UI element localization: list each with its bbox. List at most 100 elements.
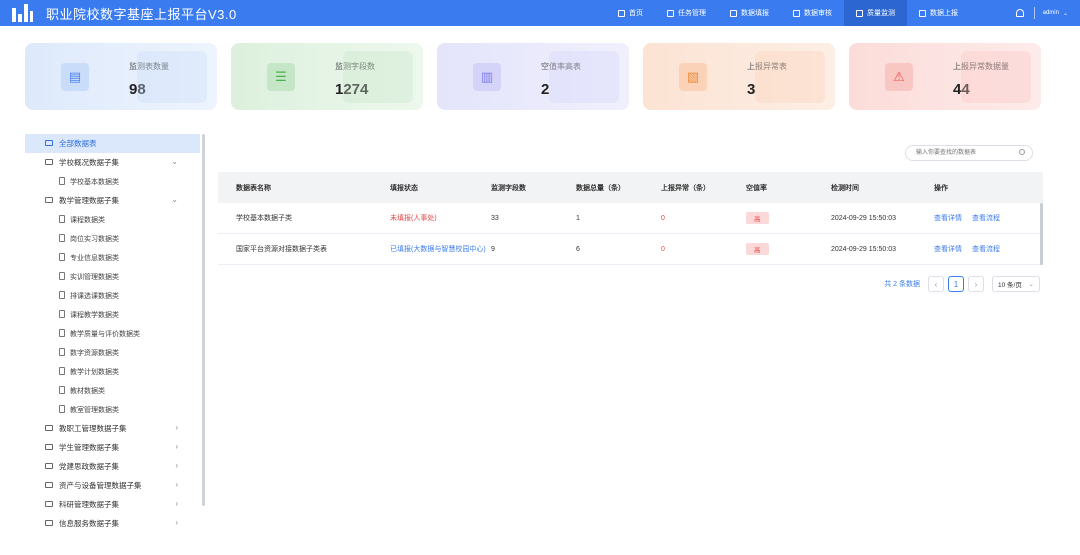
- view-flow-link[interactable]: 查看流程: [972, 246, 1000, 253]
- document-icon: [59, 386, 65, 394]
- stat-card-monitored-tables: ▤ 监测表数量 98: [25, 43, 217, 110]
- sidebar-item-party-building[interactable]: 党建思政数据子集 ›: [25, 457, 200, 476]
- fill-status: 未填报(人事处): [390, 215, 437, 222]
- chevron-down-icon[interactable]: ⌄: [171, 195, 178, 204]
- app-logo: [12, 4, 34, 22]
- bell-icon[interactable]: [1015, 9, 1024, 17]
- sidebar-item-internship[interactable]: 岗位实习数据类: [25, 229, 200, 248]
- status-badge: 高: [746, 212, 769, 224]
- nav-home[interactable]: 首页: [606, 0, 655, 26]
- chevron-right-icon[interactable]: ›: [175, 442, 178, 451]
- chevron-right-icon[interactable]: ›: [175, 423, 178, 432]
- chevron-right-icon[interactable]: ›: [175, 480, 178, 489]
- sidebar-item-classroom[interactable]: 教室管理数据类: [25, 400, 200, 419]
- chevron-right-icon[interactable]: ›: [175, 461, 178, 470]
- view-details-link[interactable]: 查看详情: [934, 215, 962, 222]
- chevron-right-icon[interactable]: ›: [175, 518, 178, 527]
- app-title: 职业院校数字基座上报平台V3.0: [46, 6, 237, 22]
- table-row: 国家平台资源对接数据子类表 已填报(大数据与智慧校园中心) 9 6 0 高 20…: [218, 234, 1043, 265]
- sidebar-item-digital-resources[interactable]: 数字资源数据类: [25, 343, 200, 362]
- nav-task-management[interactable]: 任务管理: [655, 0, 718, 26]
- sidebar-item-scheduling[interactable]: 排课选课数据类: [25, 286, 200, 305]
- top-header: 职业院校数字基座上报平台V3.0 首页 任务管理 数据填报 数据审核 质量监测 …: [0, 0, 1080, 26]
- next-page-button[interactable]: ›: [968, 276, 984, 292]
- sidebar-item-major-info[interactable]: 专业信息数据类: [25, 248, 200, 267]
- folder-icon: [45, 482, 53, 488]
- document-icon: [59, 272, 65, 280]
- folder-icon: [45, 463, 53, 469]
- column-header: 监测字段数: [491, 184, 526, 192]
- card-decoration: [549, 51, 619, 103]
- stat-card-exception-tables: ▧ 上报异常表 3: [643, 43, 835, 110]
- sidebar-item-textbook[interactable]: 教材数据类: [25, 381, 200, 400]
- column-header: 数据总量（条）: [576, 184, 625, 192]
- card-decoration: [343, 51, 413, 103]
- pagination: 共 2 条数据 ‹ 1 › 10 条/页 ⌄: [884, 276, 1040, 292]
- sidebar-item-all-tables[interactable]: 全部数据表: [25, 134, 200, 153]
- fill-status: 已填报(大数据与智慧校园中心): [390, 246, 486, 253]
- sidebar-item-training[interactable]: 实训管理数据类: [25, 267, 200, 286]
- sidebar-item-info-services[interactable]: 信息服务数据子集 ›: [25, 514, 200, 533]
- nav-data-report[interactable]: 数据上报: [907, 0, 970, 26]
- card-decoration: [755, 51, 825, 103]
- document-icon: [59, 405, 65, 413]
- table-header: 数据表名称 填报状态 监测字段数 数据总量（条） 上报异常（条） 空值率 检测时…: [218, 172, 1043, 203]
- audit-icon: [793, 9, 800, 17]
- sidebar-item-school-basic[interactable]: 学校基本数据类: [25, 172, 200, 191]
- page-size-select[interactable]: 10 条/页 ⌄: [992, 276, 1040, 292]
- nav-quality-monitor[interactable]: 质量监测: [844, 0, 907, 26]
- total-count: 6: [576, 245, 580, 253]
- sidebar-item-school-overview[interactable]: 学校概况数据子集 ⌄: [25, 153, 200, 172]
- sidebar-item-quality-eval[interactable]: 教学质量与评价数据类: [25, 324, 200, 343]
- folder-icon: [45, 425, 53, 431]
- view-flow-link[interactable]: 查看流程: [972, 215, 1000, 222]
- search-input[interactable]: [906, 146, 1011, 160]
- field-icon: ☰: [267, 63, 295, 91]
- prev-page-button[interactable]: ‹: [928, 276, 944, 292]
- main-nav: 首页 任务管理 数据填报 数据审核 质量监测 数据上报: [606, 0, 970, 26]
- stat-card-high-null-tables: ▥ 空值率高表 2: [437, 43, 629, 110]
- sidebar-item-assets[interactable]: 资产与设备管理数据子集 ›: [25, 476, 200, 495]
- document-icon: [59, 310, 65, 318]
- null-rate-cell: 高: [746, 212, 831, 224]
- sidebar-item-teaching-management[interactable]: 教学管理数据子集 ⌄: [25, 191, 200, 210]
- field-count: 33: [491, 214, 499, 222]
- column-header: 操作: [934, 184, 948, 192]
- card-decoration: [961, 51, 1031, 103]
- sidebar-scrollbar[interactable]: [202, 134, 205, 506]
- total-count: 1: [576, 214, 580, 222]
- document-icon: [59, 367, 65, 375]
- sidebar-item-teaching-plan[interactable]: 教学计划数据类: [25, 362, 200, 381]
- form-icon: [730, 9, 737, 17]
- chevron-down-icon[interactable]: ⌄: [171, 157, 178, 166]
- chevron-down-icon: ⌄: [1028, 281, 1034, 288]
- document-icon: [59, 253, 65, 261]
- sidebar-item-staff[interactable]: 教职工管理数据子集 ›: [25, 419, 200, 438]
- chevron-right-icon[interactable]: ›: [175, 499, 178, 508]
- sidebar-item-student[interactable]: 学生管理数据子集 ›: [25, 438, 200, 457]
- actions-cell: 查看详情 查看流程: [934, 244, 1043, 254]
- document-icon: [59, 215, 65, 223]
- table-icon: [45, 140, 53, 146]
- search-icon[interactable]: [1019, 149, 1025, 155]
- user-name[interactable]: admin: [1043, 10, 1059, 16]
- field-count: 9: [491, 245, 495, 253]
- table-scrollbar[interactable]: [1040, 203, 1043, 265]
- nav-data-entry[interactable]: 数据填报: [718, 0, 781, 26]
- header-divider: [1033, 7, 1035, 19]
- document-icon: [59, 348, 65, 356]
- chevron-down-icon[interactable]: ⌄: [1063, 10, 1068, 17]
- folder-icon: [45, 501, 53, 507]
- nav-data-audit[interactable]: 数据审核: [781, 0, 844, 26]
- table-row: 学校基本数据子类 未填报(人事处) 33 1 0 高 2024-09-29 15…: [218, 203, 1043, 234]
- total-count-text: 共 2 条数据: [884, 281, 920, 288]
- sidebar-item-course[interactable]: 课程数据类: [25, 210, 200, 229]
- folder-icon: [45, 159, 53, 165]
- page-number-button[interactable]: 1: [948, 276, 964, 292]
- view-details-link[interactable]: 查看详情: [934, 246, 962, 253]
- sidebar-item-course-teaching[interactable]: 课程教学数据类: [25, 305, 200, 324]
- exception-count: 0: [661, 245, 665, 253]
- bar-chart-icon: ▥: [473, 63, 501, 91]
- column-header: 数据表名称: [236, 184, 271, 192]
- sidebar-item-research[interactable]: 科研管理数据子集 ›: [25, 495, 200, 514]
